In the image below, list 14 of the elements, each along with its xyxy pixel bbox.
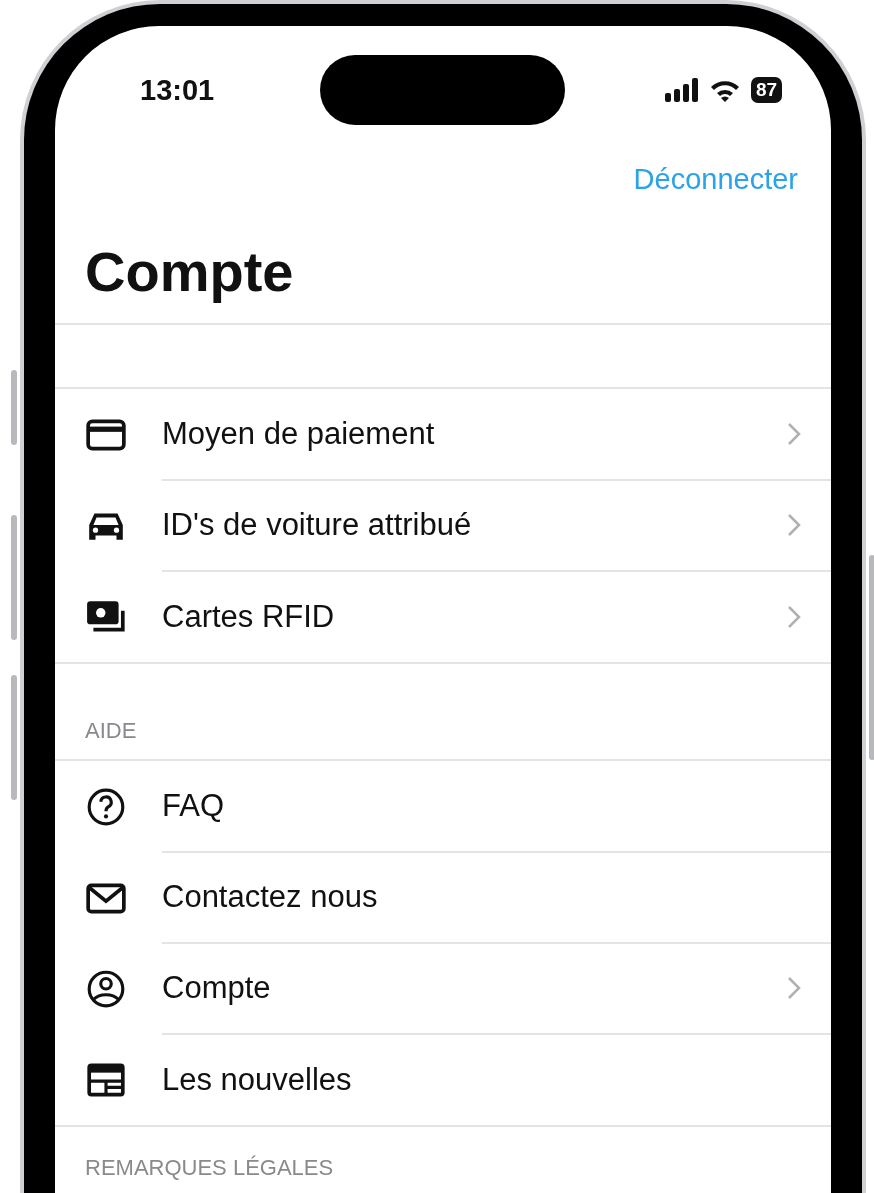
page-title: Compte [85,239,295,305]
section-header: REMARQUES LÉGALES [84,1154,335,1182]
menu-item[interactable]: Les nouvelles [162,1061,801,1098]
menu-item[interactable]: Contactez nous [162,878,801,915]
status-time: 13:01 [140,73,216,107]
menu-item[interactable]: Moyen de paiement [162,415,787,452]
menu-item[interactable]: FAQ [162,787,801,824]
battery-level: 87 [751,77,783,103]
menu-item[interactable]: Compte [162,969,787,1006]
menu-item[interactable]: ID's de voiture attribué [162,506,787,543]
wifi-icon [709,78,741,102]
section-header: AIDE [84,717,138,745]
signal-icon [665,78,699,102]
menu-item[interactable]: Cartes RFID [162,598,787,635]
